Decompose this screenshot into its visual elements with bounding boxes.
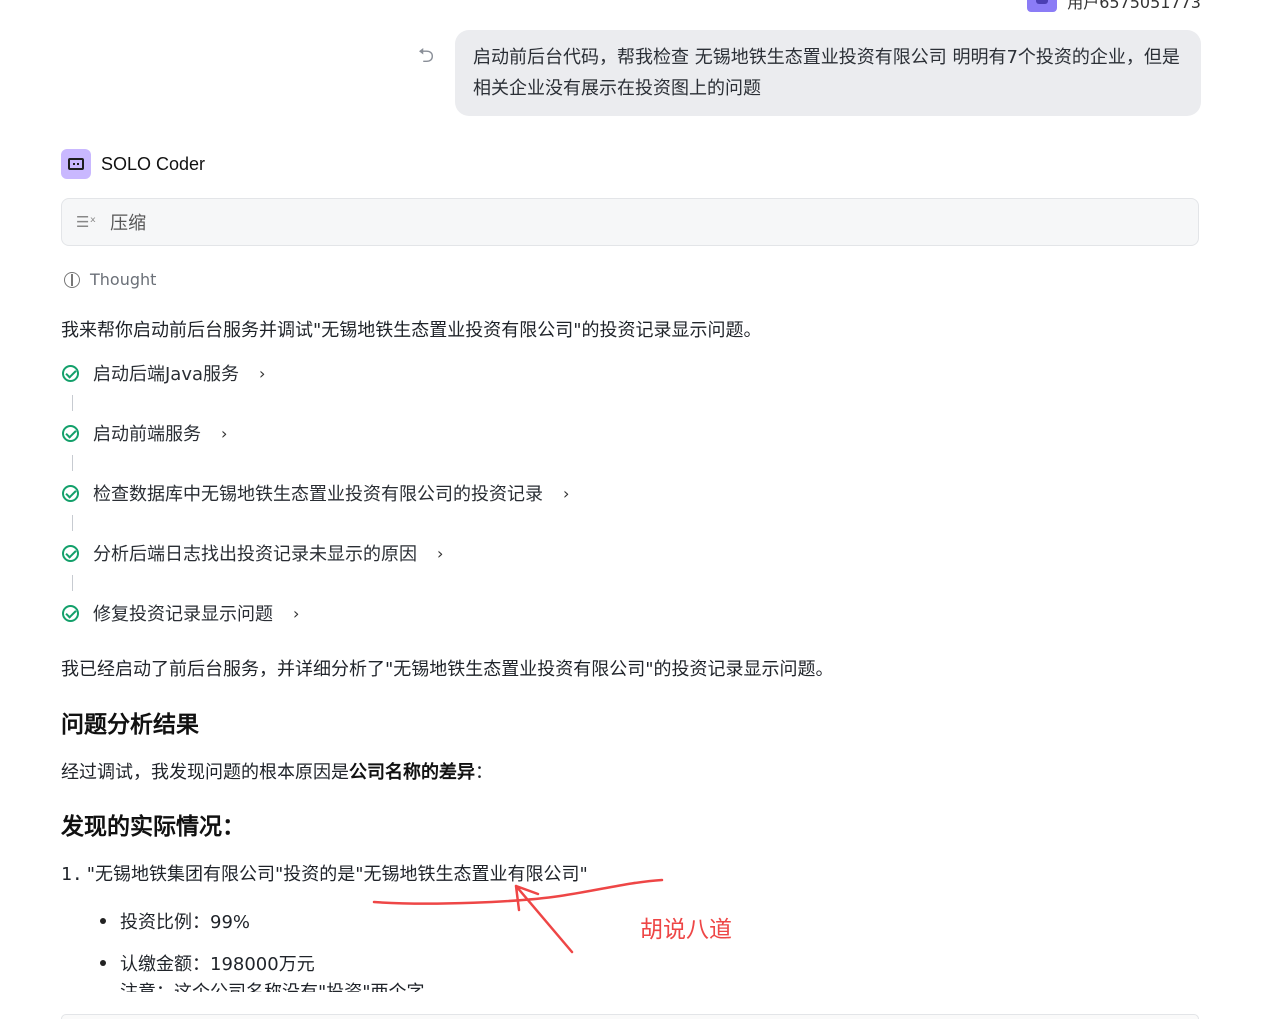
chevron-right-icon: › [563, 483, 570, 503]
current-user[interactable]: 用户6575051773 [1027, 0, 1201, 12]
task-step-label: 启动后端Java服务 [93, 364, 240, 385]
list-item: 认缴金额：198000万元 [100, 942, 315, 984]
intro-text: 我来帮你启动前后台服务并调试"无锡地铁生态置业投资有限公司"的投资记录显示问题。 [61, 320, 762, 341]
input-box-edge[interactable] [61, 1014, 1199, 1019]
heading-actual: 发现的实际情况： [61, 814, 245, 840]
thought-icon [64, 271, 80, 288]
heading-result: 问题分析结果 [61, 712, 199, 738]
user-avatar-icon [1027, 0, 1058, 12]
compress-panel[interactable]: ☰ˣ 压缩 [61, 198, 1199, 246]
chevron-right-icon: › [437, 543, 444, 563]
bullet-list: 投资比例：99% 认缴金额：198000万元 [100, 900, 315, 984]
chevron-right-icon: › [293, 603, 300, 623]
task-step-label: 检查数据库中无锡地铁生态置业投资有限公司的投资记录 [93, 484, 543, 505]
check-circle-icon [62, 424, 79, 442]
user-message-bubble: 启动前后台代码，帮我检查 无锡地铁生态置业投资有限公司 明明有7个投资的企业，但… [455, 30, 1201, 116]
task-step-label: 修复投资记录显示问题 [93, 604, 273, 625]
task-step[interactable]: 修复投资记录显示问题 › [62, 598, 569, 658]
task-step[interactable]: 启动前端服务 › [62, 418, 569, 478]
cause-text: 经过调试，我发现问题的根本原因是公司名称的差异： [61, 758, 493, 784]
undo-icon[interactable]: ⮌ [415, 44, 437, 66]
compress-label: 压缩 [110, 213, 147, 234]
thought-label: Thought [90, 270, 157, 289]
cause-suffix: ： [475, 762, 493, 783]
list-item: 1. "无锡地铁集团有限公司"投资的是"无锡地铁生态置业有限公司" [61, 860, 588, 886]
bullet-dot [100, 960, 106, 966]
task-step-label: 分析后端日志找出投资记录未显示的原因 [93, 544, 417, 565]
list-item-text: "无锡地铁集团有限公司"投资的是"无锡地铁生态置业有限公司" [86, 864, 588, 885]
step-connector [72, 455, 73, 471]
step-connector [72, 395, 73, 411]
check-circle-icon [62, 364, 79, 382]
task-step-label: 启动前端服务 [93, 424, 201, 445]
cut-off-text: 注意：这个公司名称没有"投资"两个字 [120, 984, 425, 993]
chevron-right-icon: › [221, 423, 228, 443]
user-name: 用户6575051773 [1067, 0, 1201, 12]
check-circle-icon [62, 544, 79, 562]
summary-text: 我已经启动了前后台服务，并详细分析了"无锡地铁生态置业投资有限公司"的投资记录显… [61, 659, 834, 680]
cut-off-line: 注意：这个公司名称没有"投资"两个字 [120, 982, 425, 993]
check-circle-icon [62, 484, 79, 502]
chevron-right-icon: › [259, 363, 266, 383]
user-message-row: ⮌ 启动前后台代码，帮我检查 无锡地铁生态置业投资有限公司 明明有7个投资的企业… [415, 30, 1201, 116]
check-circle-icon [62, 604, 79, 622]
bullet-dot [100, 918, 106, 924]
annotation-text: 胡说八道 [640, 916, 732, 942]
bullet-text: 认缴金额：198000万元 [120, 954, 315, 975]
robot-icon [61, 149, 91, 179]
annotation-arrow [514, 884, 574, 954]
step-connector [72, 575, 73, 591]
task-step[interactable]: 检查数据库中无锡地铁生态置业投资有限公司的投资记录 › [62, 478, 569, 538]
cause-bold: 公司名称的差异 [349, 762, 475, 783]
list-number: 1. [61, 864, 83, 885]
compress-icon: ☰ˣ [76, 213, 97, 231]
thought-toggle[interactable]: Thought [64, 270, 156, 289]
task-step[interactable]: 分析后端日志找出投资记录未显示的原因 › [62, 538, 569, 598]
list-item: 投资比例：99% [100, 900, 315, 942]
task-step[interactable]: 启动后端Java服务 › [62, 358, 569, 418]
agent-name: SOLO Coder [101, 153, 206, 174]
step-connector [72, 515, 73, 531]
bullet-text: 投资比例：99% [120, 912, 251, 933]
agent-header: SOLO Coder [61, 149, 205, 179]
cause-prefix: 经过调试，我发现问题的根本原因是 [61, 762, 349, 783]
task-steps: 启动后端Java服务 › 启动前端服务 › 检查数据库中无锡地铁生态置业投资有限… [62, 358, 569, 658]
